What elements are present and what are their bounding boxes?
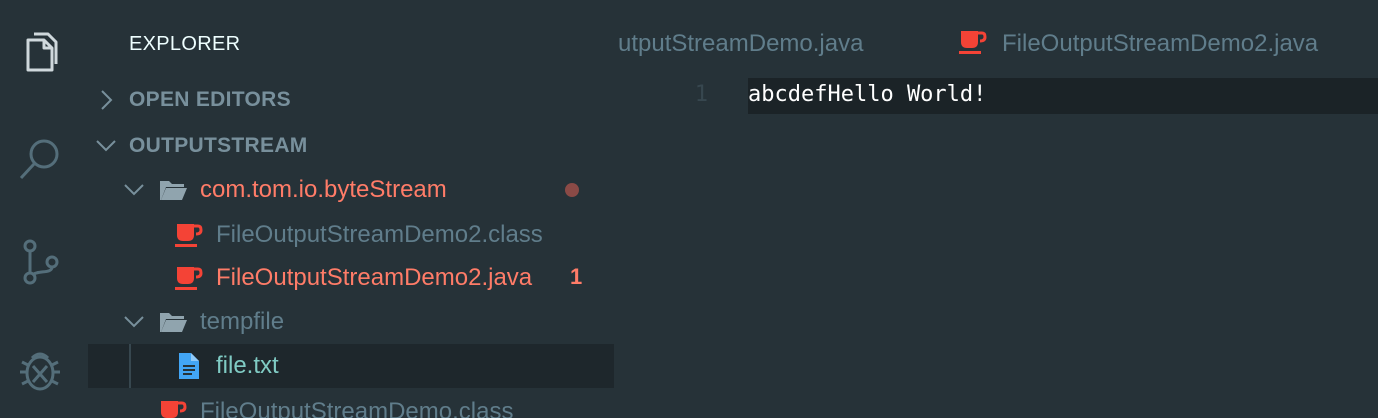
code-line[interactable]: abcdefHello World!: [748, 82, 986, 107]
chevron-down-icon: [94, 134, 118, 158]
tree-file-demo-class[interactable]: FileOutputStreamDemo.class: [88, 390, 614, 418]
tab-label: FileOutputStreamDemo2.java: [1002, 30, 1319, 57]
tab-demo2-java[interactable]: FileOutputStreamDemo2.java: [958, 30, 1318, 62]
folder-open-icon: [158, 175, 188, 205]
java-icon: [174, 263, 204, 293]
search-icon[interactable]: [16, 134, 64, 182]
modified-dot: [565, 183, 579, 197]
tree-folder-tempfile[interactable]: tempfile: [88, 300, 614, 344]
tree-item-label: FileOutputStreamDemo2.java: [216, 264, 533, 291]
chevron-right-icon: [94, 88, 118, 112]
tree-folder-bytestream[interactable]: com.tom.io.byteStream: [88, 168, 614, 212]
indent-guide: [129, 344, 131, 388]
text-file-icon: [174, 351, 204, 381]
debug-icon[interactable]: [16, 346, 64, 394]
code-editor[interactable]: 1 abcdefHello World!: [614, 78, 1378, 418]
workspace-label: OUTPUTSTREAM: [129, 134, 308, 157]
files-icon[interactable]: [16, 30, 64, 78]
tree-item-label: FileOutputStreamDemo2.class: [216, 221, 543, 248]
tree-file-demo2-class[interactable]: FileOutputStreamDemo2.class: [88, 213, 614, 257]
activity-bar: [0, 0, 88, 418]
tree-item-label: tempfile: [200, 308, 285, 335]
tree-item-label: file.txt: [216, 352, 279, 379]
tree-file-file-txt[interactable]: file.txt: [88, 344, 614, 388]
editor-tabs: utputStreamDemo.java FileOutputStreamDem…: [614, 0, 1378, 78]
open-editors-section[interactable]: OPEN EDITORS: [88, 78, 614, 122]
java-icon: [174, 220, 204, 250]
tree-item-label: com.tom.io.byteStream: [200, 176, 447, 203]
tab-label: utputStreamDemo.java: [618, 30, 864, 57]
source-control-icon[interactable]: [16, 238, 64, 286]
explorer-title: EXPLORER: [129, 33, 241, 55]
line-number: 1: [694, 82, 708, 107]
java-icon: [958, 27, 988, 57]
tree-item-label: FileOutputStreamDemo.class: [200, 398, 514, 418]
explorer-sidebar: EXPLORER OPEN EDITORS OUTPUTSTREAM com.t…: [88, 0, 614, 418]
tree-file-demo2-java[interactable]: FileOutputStreamDemo2.java 1: [88, 256, 614, 300]
folder-open-icon: [158, 307, 188, 337]
problem-count-badge: 1: [570, 264, 583, 289]
open-editors-label: OPEN EDITORS: [129, 88, 291, 111]
workspace-section[interactable]: OUTPUTSTREAM: [88, 124, 614, 168]
chevron-down-icon: [122, 310, 146, 334]
java-icon: [158, 397, 188, 418]
tab-demo-java[interactable]: utputStreamDemo.java: [618, 30, 863, 62]
chevron-down-icon: [122, 178, 146, 202]
